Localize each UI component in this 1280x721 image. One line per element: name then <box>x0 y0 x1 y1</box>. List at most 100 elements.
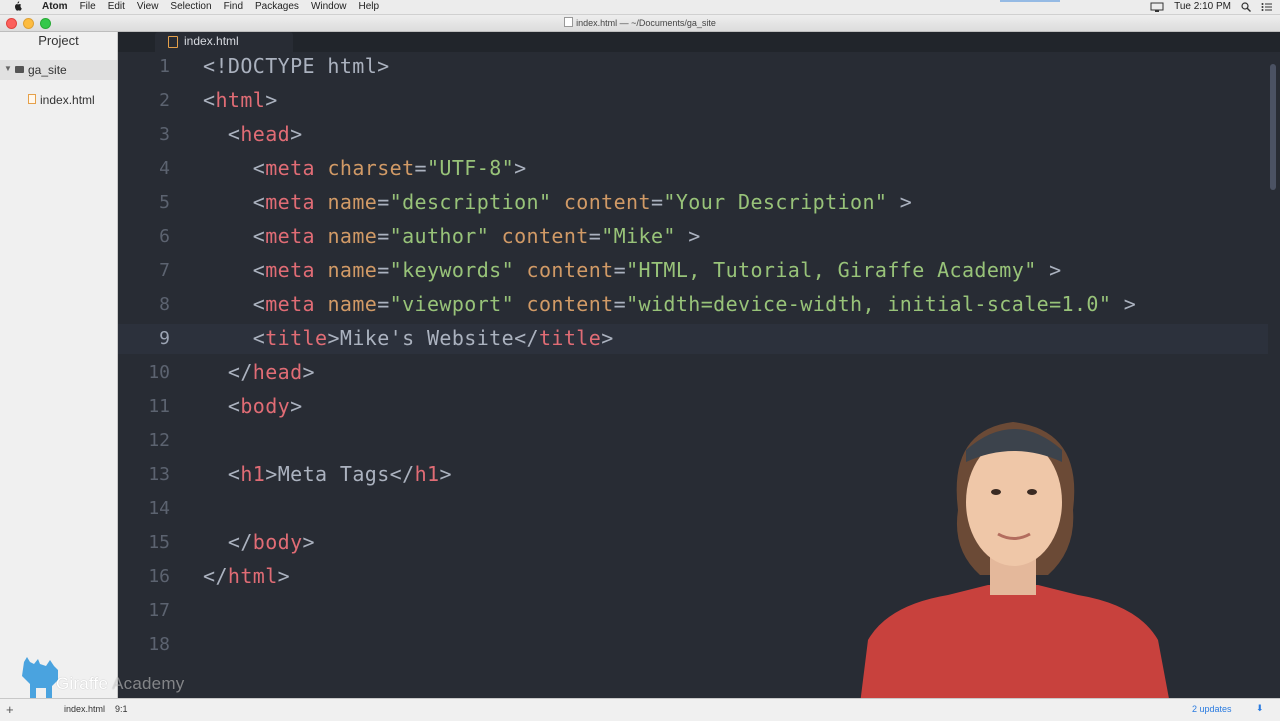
menubar-clock[interactable]: Tue 2:10 PM <box>1174 1 1231 13</box>
tag-name: meta <box>265 258 315 282</box>
tab-index-html[interactable]: index.html <box>155 32 293 52</box>
line-number: 5 <box>159 192 170 213</box>
attribute-value: "author" <box>389 224 490 248</box>
tag-title-open: title <box>265 326 328 350</box>
doctype-text: !DOCTYPE html> <box>215 54 390 78</box>
line-number: 11 <box>148 396 170 417</box>
code-line-2: <html> <box>203 88 278 112</box>
menu-window[interactable]: Window <box>305 1 353 13</box>
html-file-icon <box>168 36 178 48</box>
line-number: 9 <box>159 328 170 349</box>
menu-edit[interactable]: Edit <box>102 1 131 13</box>
tag-h1-open: h1 <box>240 462 266 486</box>
attribute-value: "viewport" <box>389 292 515 316</box>
attribute-name: content <box>563 190 651 214</box>
menu-packages[interactable]: Packages <box>249 1 305 13</box>
title-text: Mike's Website <box>339 326 515 350</box>
project-panel-title: Project <box>38 33 79 48</box>
apple-icon[interactable] <box>13 1 22 11</box>
tag-h1-close: h1 <box>414 462 440 486</box>
chevron-down-icon[interactable]: ▼ <box>4 64 12 73</box>
line-number: 6 <box>159 226 170 247</box>
menu-atom[interactable]: Atom <box>36 1 74 13</box>
status-bar: + index.html 9:1 2 updates ⬇ <box>0 698 1280 721</box>
code-line-1: <!DOCTYPE html> <box>203 54 390 78</box>
attribute-name: content <box>526 258 614 282</box>
attribute-name: charset <box>327 156 415 180</box>
project-tree-view: Project ▼ ga_site index.html <box>0 32 118 698</box>
file-label: index.html <box>40 93 95 107</box>
line-number: 10 <box>148 362 170 383</box>
attribute-value: "Your Description" <box>663 190 888 214</box>
window-title: index.html — ~/Documents/ga_site <box>0 17 1280 28</box>
display-icon[interactable] <box>1150 2 1164 12</box>
updates-badge[interactable]: 2 updates <box>1192 704 1232 714</box>
spotlight-search-icon[interactable] <box>1241 2 1251 12</box>
giraffe-academy-logo: Giraffe Academy <box>16 652 206 698</box>
tree-file-index-html[interactable]: index.html <box>0 90 117 110</box>
tree-folder-ga-site[interactable]: ▼ ga_site <box>0 60 117 80</box>
document-icon <box>564 17 574 27</box>
code-line-5: <meta name="description" content="Your D… <box>252 190 913 214</box>
menu-help[interactable]: Help <box>353 1 386 13</box>
attribute-value: "width=device-width, initial-scale=1.0" <box>626 292 1112 316</box>
line-number: 2 <box>159 90 170 111</box>
attribute-name: name <box>327 258 378 282</box>
attribute-value: "keywords" <box>389 258 515 282</box>
editor-vertical-scrollbar[interactable] <box>1268 52 1280 698</box>
line-number: 13 <box>148 464 170 485</box>
cursor-position[interactable]: 9:1 <box>115 704 128 714</box>
line-number: 4 <box>159 158 170 179</box>
line-number: 3 <box>159 124 170 145</box>
attribute-name: name <box>327 190 378 214</box>
line-number: 17 <box>148 600 170 621</box>
menu-find[interactable]: Find <box>218 1 249 13</box>
line-number: 12 <box>148 430 170 451</box>
line-number: 14 <box>148 498 170 519</box>
line-number: 8 <box>159 294 170 315</box>
tag-body-close: body <box>252 530 303 554</box>
menu-selection[interactable]: Selection <box>164 1 217 13</box>
code-line-6: <meta name="author" content="Mike" > <box>252 224 701 248</box>
code-line-9: <title>Mike's Website</title> <box>252 326 614 350</box>
folder-icon <box>15 66 24 73</box>
menu-view[interactable]: View <box>131 1 165 13</box>
add-icon[interactable]: + <box>6 702 14 717</box>
h1-text: Meta Tags <box>277 462 390 486</box>
folder-label: ga_site <box>28 63 67 77</box>
giraffe-academy-wordmark: Giraffe Academy <box>56 674 184 694</box>
line-number: 16 <box>148 566 170 587</box>
tag-head-close: head <box>252 360 303 384</box>
attribute-value: "description" <box>389 190 552 214</box>
editor-tab-bar: index.html <box>118 32 1280 52</box>
tag-body-open: body <box>240 394 291 418</box>
tag-title-close: title <box>538 326 602 350</box>
tag-name: meta <box>265 224 315 248</box>
attribute-name: name <box>327 292 378 316</box>
macos-menu-bar: Atom File Edit View Selection Find Packa… <box>0 0 1280 15</box>
code-line-11: <body> <box>227 394 303 418</box>
attribute-value: "Mike" <box>601 224 676 248</box>
code-line-7: <meta name="keywords" content="HTML, Tut… <box>252 258 1062 282</box>
scrollbar-thumb[interactable] <box>1270 64 1276 190</box>
notification-center-icon[interactable] <box>1261 2 1272 12</box>
tab-label: index.html <box>184 34 239 48</box>
menubar-progress-line <box>1000 0 1060 2</box>
attribute-value: "UTF-8" <box>426 156 515 180</box>
tag-html-close: html <box>227 564 278 588</box>
attribute-name: content <box>501 224 589 248</box>
line-number: 15 <box>148 532 170 553</box>
menu-file[interactable]: File <box>74 1 102 13</box>
html-file-icon <box>28 94 36 104</box>
tag-name: meta <box>265 190 315 214</box>
window-title-bar: index.html — ~/Documents/ga_site <box>0 15 1280 32</box>
code-line-10: </head> <box>227 360 315 384</box>
code-line-15: </body> <box>227 530 315 554</box>
code-line-13: <h1>Meta Tags</h1> <box>227 462 452 486</box>
line-number: 1 <box>159 56 170 77</box>
code-line-4: <meta charset="UTF-8"> <box>252 156 527 180</box>
attribute-name: name <box>327 224 378 248</box>
logo-word-giraffe: Giraffe <box>56 674 109 693</box>
status-file-name[interactable]: index.html <box>64 704 105 714</box>
update-icon[interactable]: ⬇ <box>1256 703 1264 713</box>
